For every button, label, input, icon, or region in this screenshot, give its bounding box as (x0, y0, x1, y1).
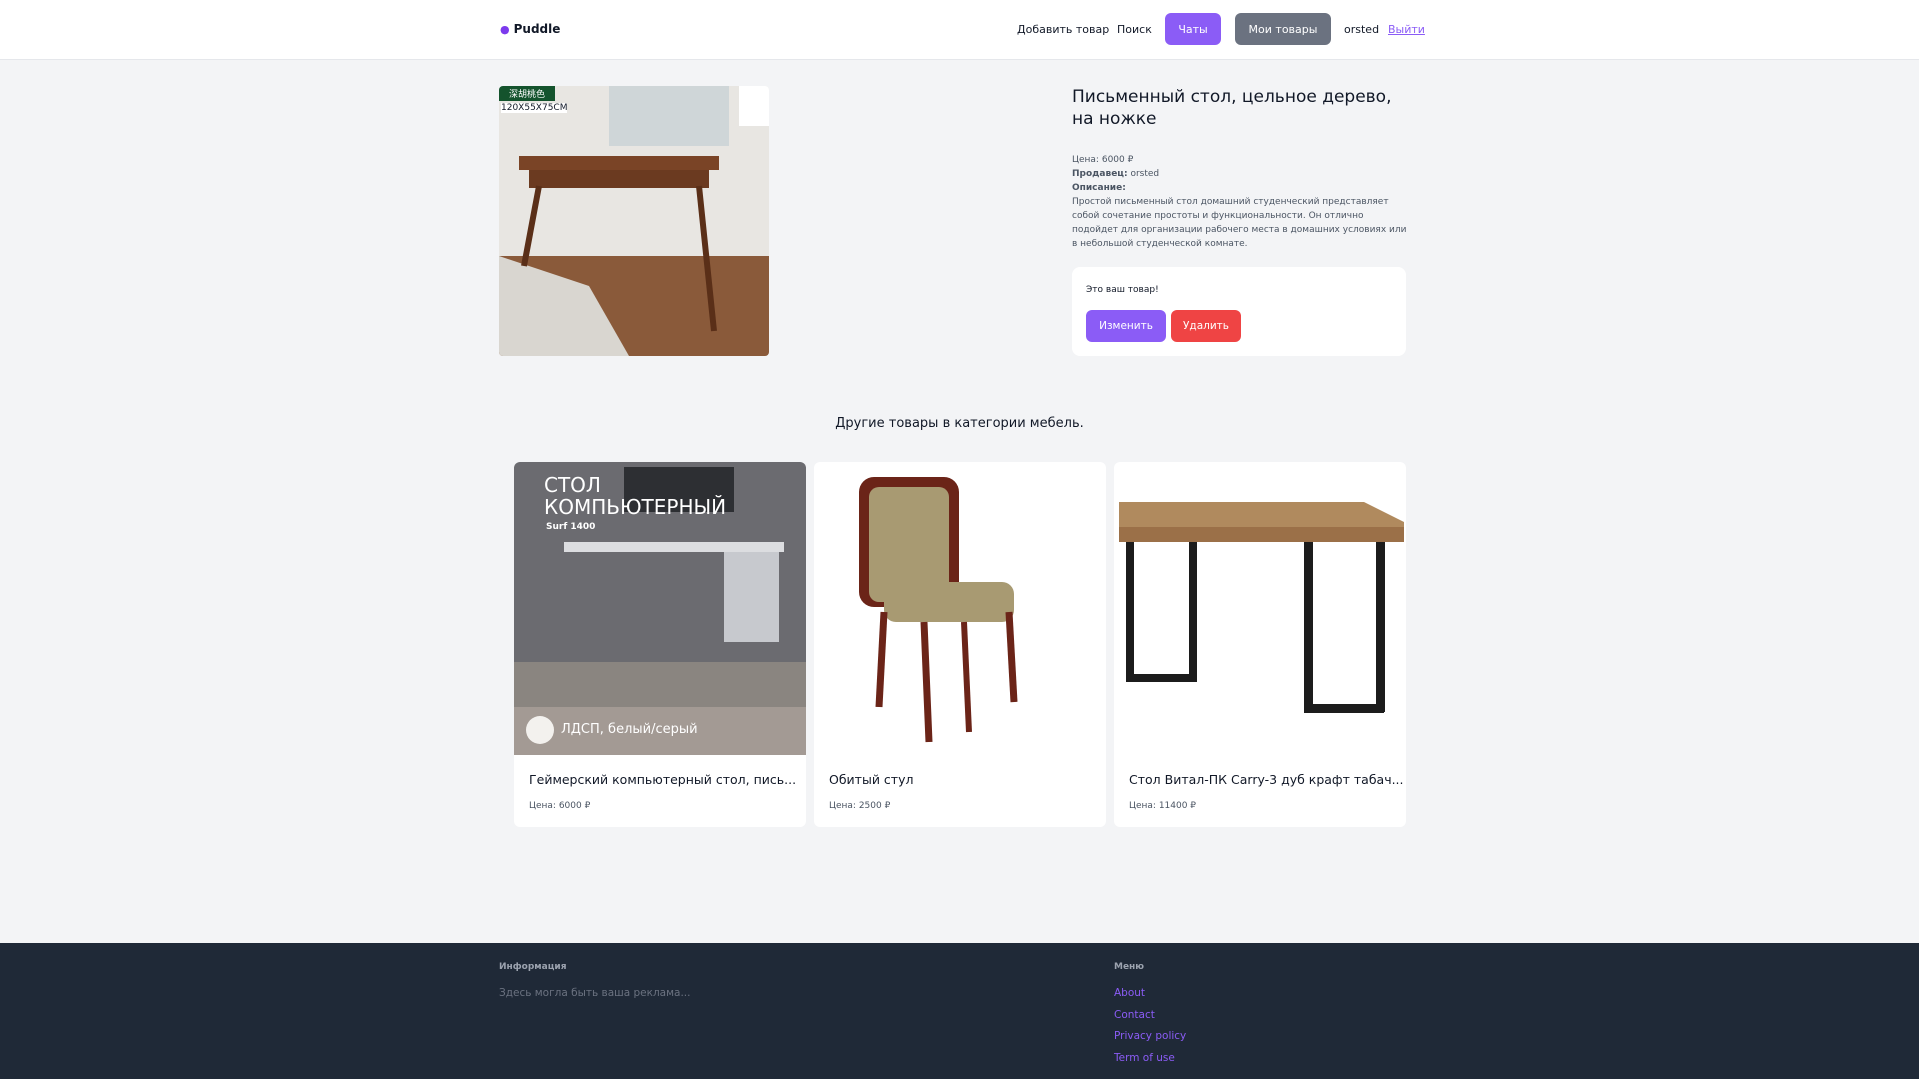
image-color-label: 深胡桃色 (499, 86, 556, 101)
footer-info-text: Здесь могла быть ваша реклама... (499, 987, 691, 999)
footer-link-terms[interactable]: Term of use (1114, 1052, 1175, 1064)
footer-link-contact[interactable]: Contact (1114, 1009, 1155, 1021)
nav-search[interactable]: Поиск (1117, 13, 1152, 45)
card-price: Цена: 6000 ₽ (529, 801, 591, 811)
card-price: Цена: 11400 ₽ (1129, 801, 1197, 811)
card-image-caption: ЛДСП, белый/серый (561, 722, 698, 737)
price-label: Цена: (1072, 155, 1099, 165)
card-image-subtitle: Surf 1400 (546, 522, 596, 532)
logout-link[interactable]: Выйти (1388, 13, 1425, 45)
footer-info-heading: Информация (499, 962, 567, 972)
related-card[interactable]: СТОЛ КОМПЬЮТЕРНЫЙ Surf 1400 ЛДСП, белый/… (514, 462, 806, 827)
edit-button[interactable]: Изменить (1086, 310, 1166, 342)
chats-button[interactable]: Чаты (1165, 13, 1221, 45)
product-info: Цена: 6000 ₽ Продавец: orsted Описание: … (1072, 153, 1412, 251)
header: ● Puddle Добавить товар Поиск Чаты Мои т… (0, 0, 1919, 60)
seller-value: orsted (1130, 169, 1160, 179)
product-title: Письменный стол, цельное дерево, на ножк… (1072, 87, 1392, 129)
description-label: Описание: (1072, 183, 1126, 193)
price-value: 6000 ₽ (1101, 155, 1134, 165)
my-items-button[interactable]: Мои товары (1235, 13, 1331, 45)
card-title[interactable]: Стол Витал-ПК Carry-3 дуб крафт табач... (1129, 772, 1404, 787)
footer: Информация Здесь могла быть ваша реклама… (0, 943, 1919, 1079)
footer-link-privacy[interactable]: Privacy policy (1114, 1030, 1186, 1042)
card-image (1114, 462, 1406, 755)
related-card[interactable]: Стол Витал-ПК Carry-3 дуб крафт табач...… (1114, 462, 1406, 827)
owner-box: Это ваш товар! Изменить Удалить (1072, 267, 1406, 356)
footer-link-about[interactable]: About (1114, 987, 1145, 999)
delete-button[interactable]: Удалить (1171, 310, 1241, 342)
card-title[interactable]: Геймерский компьютерный стол, пись... (529, 772, 796, 787)
card-image (814, 462, 1106, 755)
nav-add-item[interactable]: Добавить товар (1017, 13, 1109, 45)
grapes-icon: ● (500, 22, 510, 36)
logo-text: Puddle (513, 22, 561, 36)
image-size-label: 120X55X75CM (501, 103, 568, 113)
logo[interactable]: ● Puddle (500, 22, 560, 36)
related-heading: Другие товары в категории мебель. (835, 416, 1084, 431)
related-card[interactable]: Обитый стул Цена: 2500 ₽ (814, 462, 1106, 827)
description-text: Простой письменный стол домашний студенч… (1072, 197, 1407, 249)
product-image: 深胡桃色 120X55X75CM (499, 86, 769, 356)
seller-label: Продавец: (1072, 169, 1128, 179)
card-title[interactable]: Обитый стул (829, 772, 913, 787)
username: orsted (1344, 22, 1380, 36)
owner-text: Это ваш товар! (1086, 285, 1159, 295)
card-price: Цена: 2500 ₽ (829, 801, 891, 811)
footer-menu-heading: Меню (1114, 962, 1145, 972)
card-image-title: СТОЛ КОМПЬЮТЕРНЫЙ (544, 473, 727, 519)
card-image: СТОЛ КОМПЬЮТЕРНЫЙ Surf 1400 ЛДСП, белый/… (514, 462, 806, 755)
